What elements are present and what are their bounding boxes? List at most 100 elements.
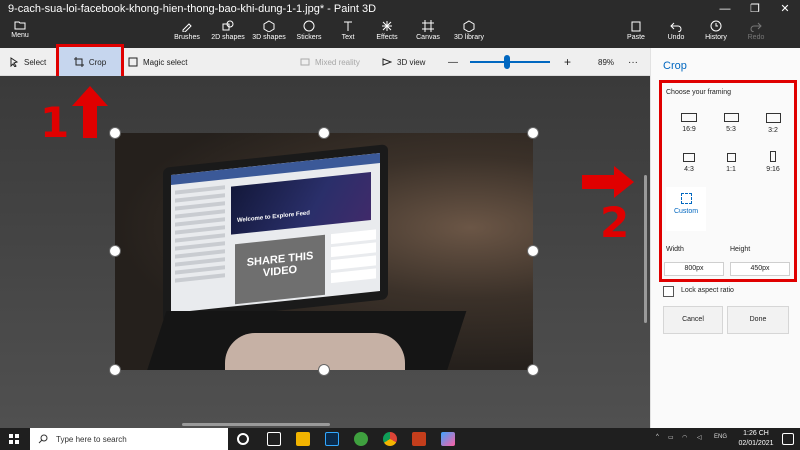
text-icon	[344, 21, 352, 31]
file-explorer-icon[interactable]	[296, 432, 310, 446]
frame-4-3-icon	[683, 153, 695, 162]
redo-label: Redo	[747, 34, 765, 41]
frame-4-3[interactable]: 4:3	[672, 153, 706, 173]
history-icon	[710, 20, 722, 32]
stickers-button[interactable]: Stickers	[294, 20, 324, 41]
history-button[interactable]: History	[702, 20, 730, 41]
tray-chevron-icon[interactable]: ^	[656, 434, 659, 440]
cortana-icon[interactable]	[237, 433, 249, 445]
frame-3-2[interactable]: 3:2	[756, 113, 790, 134]
step-2-arrow-icon	[582, 166, 634, 198]
crop-tool-button[interactable]: Crop	[56, 44, 124, 80]
menu-button[interactable]: Menu	[8, 20, 32, 39]
view3d-icon	[382, 58, 392, 66]
mixed-reality-button[interactable]: Mixed reality	[300, 48, 360, 76]
maximize-button[interactable]: ❐	[740, 0, 770, 18]
select-tool[interactable]: Select	[10, 48, 46, 76]
brush-icon	[182, 23, 192, 32]
view3d-label: 3D view	[397, 57, 426, 67]
cancel-button[interactable]: Cancel	[663, 306, 723, 334]
coccoc-icon[interactable]	[354, 432, 368, 446]
minimize-button[interactable]: —	[710, 0, 740, 18]
shapes2d-label: 2D shapes	[211, 34, 245, 41]
search-icon	[38, 434, 48, 444]
canvas-image[interactable]: Welcome to Explore Feed SHARE THIS VIDEO	[115, 133, 533, 370]
height-field[interactable]: 450px	[730, 262, 790, 276]
volume-icon[interactable]: ◁	[697, 434, 702, 441]
notifications-icon[interactable]	[782, 433, 794, 445]
library3d-button[interactable]: 3D library	[452, 20, 486, 41]
paste-button[interactable]: Paste	[624, 20, 648, 41]
undo-button[interactable]: Undo	[664, 20, 688, 41]
magic-select-tool[interactable]: Magic select	[128, 48, 187, 76]
library3d-label: 3D library	[454, 34, 484, 41]
windows-start-icon[interactable]	[9, 434, 19, 444]
frame-custom-label: Custom	[673, 208, 699, 215]
text-button[interactable]: Text	[336, 20, 360, 41]
redo-button[interactable]: Redo	[744, 20, 768, 41]
choose-framing-label: Choose your framing	[666, 89, 731, 96]
done-button[interactable]: Done	[727, 306, 789, 334]
language-indicator[interactable]: ENG	[714, 434, 727, 440]
brushes-label: Brushes	[174, 34, 200, 41]
stickers-label: Stickers	[296, 34, 322, 41]
clock-date: 02/01/2021	[738, 440, 774, 447]
step-2-number: 2	[600, 198, 630, 247]
clock[interactable]: 1:26 CH 02/01/2021	[736, 429, 776, 449]
width-field[interactable]: 800px	[664, 262, 724, 276]
brushes-button[interactable]: Brushes	[172, 20, 202, 41]
vertical-scrollbar[interactable]	[644, 175, 647, 323]
zoom-in-button[interactable]: +	[564, 48, 571, 76]
frame-3-2-label: 3:2	[768, 127, 778, 134]
crop-handle-right[interactable]	[527, 245, 539, 257]
crop-handle-left[interactable]	[109, 245, 121, 257]
browser-window: Welcome to Explore Feed SHARE THIS VIDEO	[171, 153, 380, 313]
frame-custom[interactable]: Custom	[669, 193, 703, 215]
lock-aspect-checkbox[interactable]	[663, 286, 674, 297]
canvas-button[interactable]: Canvas	[414, 20, 442, 41]
width-label: Width	[666, 246, 684, 253]
wifi-icon[interactable]: ◠	[682, 434, 687, 441]
frame-1-1[interactable]: 1:1	[714, 153, 748, 173]
more-button[interactable]: ···	[628, 48, 638, 76]
zoom-out-button[interactable]: —	[448, 48, 458, 76]
step-1-arrow-icon	[72, 86, 108, 138]
zoom-slider-thumb[interactable]	[504, 55, 510, 69]
frame-1-1-icon	[726, 153, 736, 162]
crop-handle-top-right[interactable]	[527, 127, 539, 139]
shapes2d-button[interactable]: 2D shapes	[210, 20, 246, 41]
facebook-sidebar	[175, 185, 225, 310]
battery-icon[interactable]: ▭	[668, 434, 674, 441]
cursor-icon	[10, 57, 19, 67]
frame-16-9[interactable]: 16:9	[672, 113, 706, 133]
office-icon[interactable]	[412, 432, 426, 446]
hands	[225, 333, 405, 370]
crop-handle-bottom-right[interactable]	[527, 364, 539, 376]
crop-handle-top[interactable]	[318, 127, 330, 139]
library-icon	[463, 20, 475, 32]
view3d-button[interactable]: 3D view	[382, 48, 425, 76]
frame-16-9-label: 16:9	[682, 126, 696, 133]
video-text: SHARE THIS VIDEO	[246, 250, 314, 280]
task-view-icon[interactable]	[267, 432, 281, 446]
crop-handle-bottom-left[interactable]	[109, 364, 121, 376]
chrome-icon[interactable]	[383, 432, 397, 446]
explore-banner: Welcome to Explore Feed	[231, 171, 371, 235]
crop-handle-top-left[interactable]	[109, 127, 121, 139]
step-1-number: 1	[40, 98, 70, 147]
horizontal-scrollbar[interactable]	[182, 423, 330, 426]
paint3d-icon[interactable]	[441, 432, 455, 446]
frame-5-3[interactable]: 5:3	[714, 113, 748, 133]
frame-9-16[interactable]: 9:16	[756, 151, 790, 173]
crop-icon	[73, 57, 84, 67]
panel-title: Crop	[663, 60, 687, 72]
shapes3d-button[interactable]: 3D shapes	[250, 20, 288, 41]
crop-handle-bottom[interactable]	[318, 364, 330, 376]
taskbar-search[interactable]: Type here to search	[30, 428, 228, 450]
mixed-reality-icon	[300, 58, 310, 66]
photoshop-icon[interactable]	[325, 432, 339, 446]
framing-options-box: Choose your framing 16:9 5:3 3:2 4:3 1:1…	[659, 80, 797, 282]
effects-button[interactable]: Effects	[374, 20, 400, 41]
close-button[interactable]: ✕	[770, 0, 800, 18]
zoom-slider-track[interactable]	[470, 61, 550, 63]
